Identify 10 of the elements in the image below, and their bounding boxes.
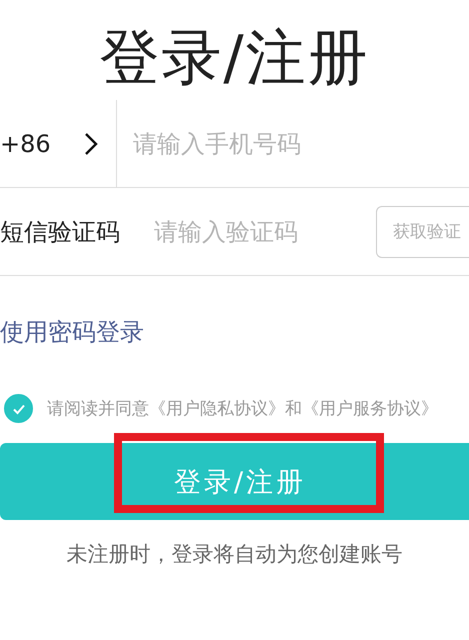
- agreement-text: 请阅读并同意《用户隐私协议》和《用户服务协议》: [47, 398, 438, 420]
- chevron-right-icon[interactable]: [84, 132, 98, 156]
- password-login-link[interactable]: 使用密码登录: [0, 316, 144, 348]
- page-title: 登录/注册: [98, 22, 371, 95]
- footer-note: 未注册时，登录将自动为您创建账号: [66, 541, 404, 568]
- code-input-field[interactable]: 请输入验证码: [154, 218, 354, 246]
- agreement-checkbox[interactable]: [4, 394, 33, 423]
- country-code[interactable]: +86: [0, 130, 84, 158]
- code-label: 短信验证码: [0, 216, 120, 248]
- phone-input-field[interactable]: 请输入手机号码: [133, 130, 469, 158]
